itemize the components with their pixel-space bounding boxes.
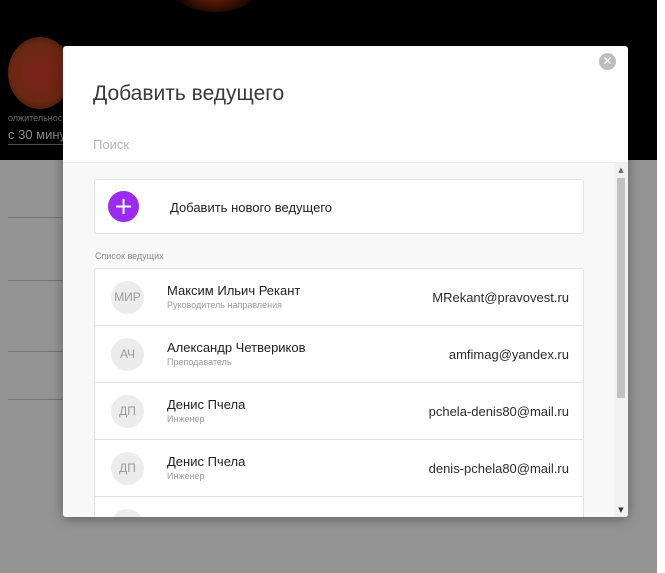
- host-email: denis-pchela80@mail.ru: [428, 461, 569, 476]
- add-new-host-label: Добавить нового ведущего: [170, 200, 333, 215]
- scroll-down-arrow-icon[interactable]: ▼: [614, 505, 628, 515]
- plus-icon: +: [108, 191, 139, 222]
- avatar: ДП: [111, 395, 144, 428]
- host-list-scroll-area[interactable]: + Добавить нового ведущего Список ведущи…: [63, 163, 628, 517]
- host-email: amfimag@yandex.ru: [448, 347, 569, 362]
- host-row[interactable]: МИР Максим Ильич Рекант Руководитель нап…: [94, 268, 584, 325]
- close-icon[interactable]: ✕: [599, 53, 616, 70]
- avatar: [111, 509, 144, 517]
- add-host-dialog: Добавить ведущего + Добавить нового веду…: [63, 46, 628, 517]
- host-role: Преподаватель: [167, 357, 232, 367]
- add-new-host-button[interactable]: + Добавить нового ведущего: [94, 179, 584, 234]
- avatar: МИР: [111, 281, 144, 314]
- section-label: Список ведущих: [95, 251, 164, 261]
- scrollbar[interactable]: ▲ ▼: [614, 163, 628, 517]
- scroll-up-arrow-icon[interactable]: ▲: [614, 165, 628, 175]
- host-name: Александр Четвериков: [167, 340, 306, 355]
- host-row[interactable]: ДП Денис Пчела Инженер denis-pchela80@ma…: [94, 439, 584, 496]
- host-role: Руководитель направления: [167, 300, 283, 310]
- host-email: MRekant@pravovest.ru: [432, 290, 569, 305]
- host-list: МИР Максим Ильич Рекант Руководитель нап…: [94, 268, 584, 517]
- host-email: pchela-denis80@mail.ru: [428, 404, 569, 419]
- host-role: Инженер: [167, 414, 205, 424]
- host-row[interactable]: АЧ Александр Четвериков Преподаватель am…: [94, 325, 584, 382]
- host-name: Максим Ильич Рекант: [167, 283, 301, 298]
- host-role: Инженер: [167, 471, 205, 481]
- host-name: Денис Пчела: [167, 397, 246, 412]
- scrollbar-thumb[interactable]: [617, 178, 625, 398]
- dialog-title: Добавить ведущего: [93, 82, 285, 105]
- host-name: Денис Пчела: [167, 454, 246, 469]
- host-row[interactable]: [94, 496, 584, 517]
- avatar: АЧ: [111, 338, 144, 371]
- search-input[interactable]: [93, 134, 573, 154]
- host-row[interactable]: ДП Денис Пчела Инженер pchela-denis80@ma…: [94, 382, 584, 439]
- page-edge: [657, 0, 665, 573]
- avatar: ДП: [111, 452, 144, 485]
